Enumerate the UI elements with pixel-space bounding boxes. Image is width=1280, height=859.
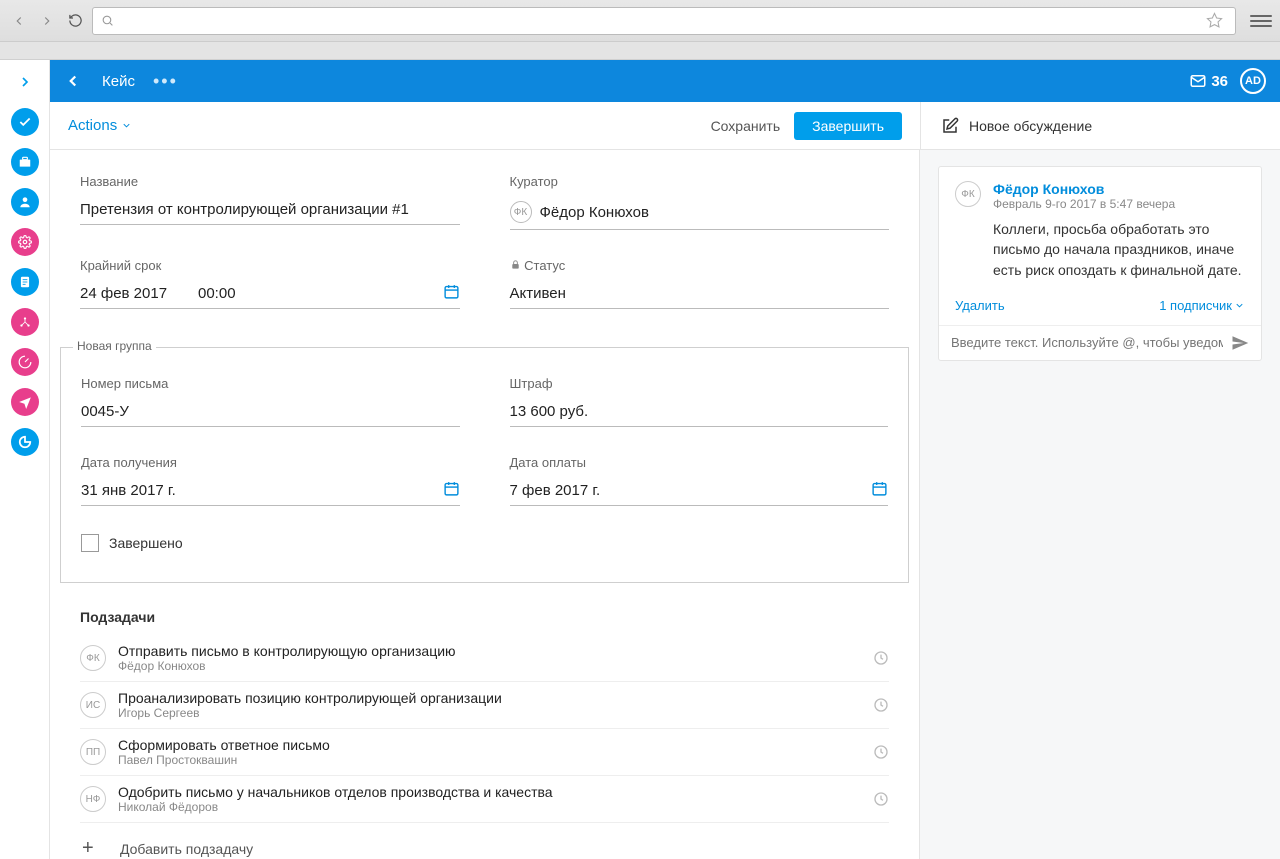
- top-bar: Кейс ••• 36 AD: [50, 60, 1280, 102]
- new-discussion-bar[interactable]: Новое обсуждение: [920, 102, 1280, 150]
- curator-avatar: ФК: [510, 201, 532, 223]
- subtask-assignee: Фёдор Конюхов: [118, 659, 456, 673]
- subtask-assignee: Николай Фёдоров: [118, 800, 553, 814]
- lock-icon: [510, 258, 525, 273]
- calendar-icon[interactable]: [871, 480, 888, 497]
- complete-button[interactable]: Завершить: [794, 112, 902, 140]
- comment-input[interactable]: [951, 335, 1223, 350]
- comment-text: Коллеги, просьба обработать это письмо д…: [993, 219, 1245, 280]
- comment-avatar: ФК: [955, 181, 981, 207]
- nav-chart-icon[interactable]: [11, 428, 39, 456]
- user-avatar[interactable]: AD: [1240, 68, 1266, 94]
- calendar-icon[interactable]: [443, 480, 460, 497]
- more-menu-button[interactable]: •••: [153, 71, 178, 92]
- name-label: Название: [80, 174, 460, 189]
- fine-label: Штраф: [510, 376, 889, 391]
- fine-input[interactable]: 13 600 руб.: [510, 399, 889, 427]
- mail-counter[interactable]: 36: [1189, 72, 1228, 90]
- nav-structure-icon[interactable]: [11, 308, 39, 336]
- send-icon[interactable]: [1231, 334, 1249, 352]
- browser-reload-button[interactable]: [64, 10, 86, 32]
- subtask-title: Отправить письмо в контролирующую органи…: [118, 643, 456, 659]
- clock-icon: [873, 650, 889, 666]
- subtask-assignee: Игорь Сергеев: [118, 706, 502, 720]
- received-date-label: Дата получения: [81, 455, 460, 470]
- name-input[interactable]: Претензия от контролирующей организации …: [80, 197, 460, 225]
- nav-settings-icon[interactable]: [11, 228, 39, 256]
- nav-send-icon[interactable]: [11, 388, 39, 416]
- subtask-avatar: НФ: [80, 786, 106, 812]
- subtask-avatar: ПП: [80, 739, 106, 765]
- subtask-title: Одобрить письмо у начальников отделов пр…: [118, 784, 553, 800]
- add-subtask-button[interactable]: + Добавить подзадачу: [80, 823, 889, 859]
- subtask-title: Сформировать ответное письмо: [118, 737, 330, 753]
- clock-icon: [873, 697, 889, 713]
- deadline-label: Крайний срок: [80, 258, 460, 273]
- clock-icon: [873, 791, 889, 807]
- paid-date-input[interactable]: 7 фев 2017 г.: [510, 478, 889, 506]
- clock-icon: [873, 744, 889, 760]
- subtask-title: Проанализировать позицию контролирующей …: [118, 690, 502, 706]
- subtask-avatar: ФК: [80, 645, 106, 671]
- subtask-assignee: Павел Простоквашин: [118, 753, 330, 767]
- nav-collapse-icon[interactable]: [11, 68, 39, 96]
- plus-icon: +: [82, 837, 106, 859]
- status-label: Статус: [510, 258, 890, 273]
- discussion-card: ФК Фёдор Конюхов Февраль 9-го 2017 в 5:4…: [938, 166, 1262, 361]
- action-bar: Actions Сохранить Завершить: [50, 102, 920, 150]
- nav-tasks-icon[interactable]: [11, 108, 39, 136]
- compose-icon: [941, 117, 959, 135]
- subtask-row[interactable]: ФК Отправить письмо в контролирующую орга…: [80, 635, 889, 682]
- received-date-input[interactable]: 31 янв 2017 г.: [81, 478, 460, 506]
- letter-number-input[interactable]: 0045-У: [81, 399, 460, 427]
- nav-user-icon[interactable]: [11, 188, 39, 216]
- actions-dropdown-button[interactable]: Actions: [68, 117, 132, 134]
- subtask-avatar: ИС: [80, 692, 106, 718]
- paid-date-label: Дата оплаты: [510, 455, 889, 470]
- deadline-input[interactable]: 24 фев 2017 00:00: [80, 281, 460, 309]
- comment-timestamp: Февраль 9-го 2017 в 5:47 вечера: [993, 197, 1245, 211]
- subscribers-link[interactable]: 1 подписчик: [1159, 298, 1245, 313]
- calendar-icon[interactable]: [443, 283, 460, 300]
- nav-briefcase-icon[interactable]: [11, 148, 39, 176]
- nav-document-icon[interactable]: [11, 268, 39, 296]
- back-button[interactable]: [64, 72, 84, 90]
- completed-checkbox[interactable]: [81, 534, 99, 552]
- curator-input[interactable]: ФК Фёдор Конюхов: [510, 197, 890, 230]
- group-legend: Новая группа: [73, 339, 156, 353]
- save-button[interactable]: Сохранить: [711, 118, 781, 134]
- page-title: Кейс: [102, 73, 135, 90]
- browser-chrome: [0, 0, 1280, 42]
- letter-number-label: Номер письма: [81, 376, 460, 391]
- group-box: Новая группа Номер письма 0045-У Штраф 1…: [60, 347, 909, 583]
- subtask-row[interactable]: ИС Проанализировать позицию контролирующе…: [80, 682, 889, 729]
- browser-tab-strip: [0, 42, 1280, 60]
- delete-comment-link[interactable]: Удалить: [955, 298, 1005, 313]
- browser-forward-button[interactable]: [36, 10, 58, 32]
- browser-url-input[interactable]: [92, 7, 1236, 35]
- nav-dashboard-icon[interactable]: [11, 348, 39, 376]
- bookmark-star-icon[interactable]: [1206, 12, 1227, 29]
- left-nav: [0, 60, 50, 859]
- subtasks-heading: Подзадачи: [80, 609, 889, 625]
- subtask-row[interactable]: НФ Одобрить письмо у начальников отделов …: [80, 776, 889, 823]
- status-value: Активен: [510, 281, 890, 309]
- browser-back-button[interactable]: [8, 10, 30, 32]
- browser-menu-button[interactable]: [1250, 15, 1272, 27]
- curator-label: Куратор: [510, 174, 890, 189]
- new-discussion-label: Новое обсуждение: [969, 118, 1092, 134]
- subtask-row[interactable]: ПП Сформировать ответное письмоПавел Прос…: [80, 729, 889, 776]
- comment-author[interactable]: Фёдор Конюхов: [993, 181, 1245, 197]
- completed-label: Завершено: [109, 535, 183, 551]
